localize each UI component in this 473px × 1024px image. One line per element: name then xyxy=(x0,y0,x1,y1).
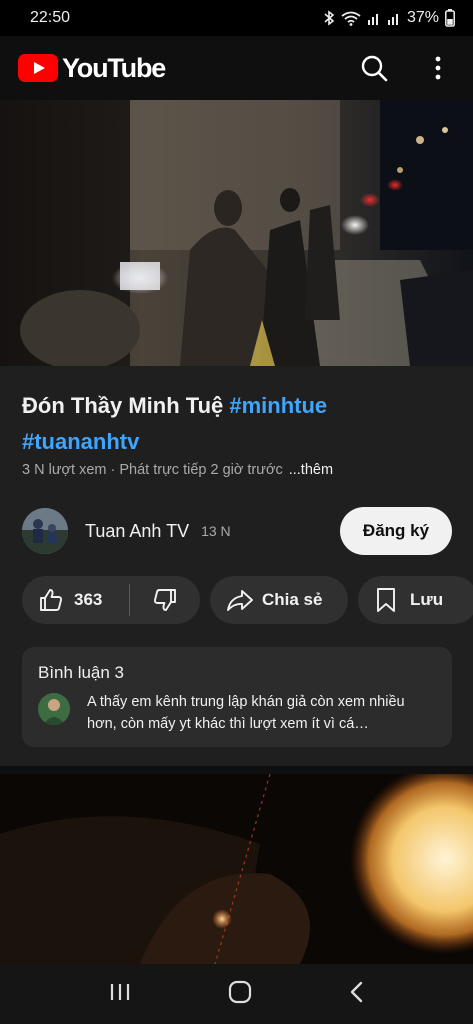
home-icon xyxy=(228,980,251,1003)
youtube-play-icon xyxy=(18,54,58,82)
next-video-thumbnail[interactable] xyxy=(0,774,473,964)
signal-icon xyxy=(367,14,378,25)
thumbs-up-icon xyxy=(40,589,63,611)
battery-percent: 37% xyxy=(406,9,439,26)
subscriber-count: 13 N xyxy=(201,523,231,539)
share-label: Chia sẻ xyxy=(262,590,323,609)
comments-title: Bình luận 3 xyxy=(38,663,125,682)
video-meta[interactable]: 3 N lượt xem · Phát trực tiếp 2 giờ trướ… xyxy=(22,462,333,478)
channel-avatar[interactable] xyxy=(22,508,68,554)
youtube-logo[interactable]: YouTube xyxy=(18,52,166,84)
status-bar: 22:50 37% xyxy=(0,0,473,36)
status-icons: 37% xyxy=(323,9,455,27)
hashtag-link[interactable]: #minhtue xyxy=(229,393,327,418)
video-info: Đón Thầy Minh Tuệ #minhtue #tuananhtv 3 … xyxy=(0,366,473,766)
like-count: 363 xyxy=(74,590,103,609)
search-button[interactable] xyxy=(357,51,391,85)
back-button[interactable] xyxy=(348,980,366,1009)
like-button[interactable]: 363 xyxy=(22,587,129,613)
wifi-icon xyxy=(341,11,361,26)
like-dislike-pill: 363 xyxy=(22,576,200,624)
more-link[interactable]: ...thêm xyxy=(289,462,333,478)
action-row: 363 Chia sẻ Lưu xyxy=(22,576,473,624)
share-arrow-icon xyxy=(227,590,253,611)
search-icon xyxy=(361,55,388,82)
system-nav-bar xyxy=(0,964,473,1024)
video-title[interactable]: Đón Thầy Minh Tuệ #minhtue #tuananhtv xyxy=(22,388,452,460)
more-vert-icon xyxy=(435,56,441,80)
subscribe-button[interactable]: Đăng ký xyxy=(340,507,452,555)
avatar-image xyxy=(22,508,68,554)
status-time: 22:50 xyxy=(30,9,71,26)
avatar-image xyxy=(38,693,70,725)
logo-text: YouTube xyxy=(62,52,166,83)
save-label: Lưu xyxy=(410,590,444,609)
app-bar: YouTube xyxy=(0,36,473,100)
recents-button[interactable] xyxy=(108,981,132,1008)
signal-icon xyxy=(387,14,398,25)
back-icon xyxy=(350,981,362,1002)
channel-name[interactable]: Tuan Anh TV xyxy=(85,521,189,542)
battery-icon xyxy=(445,9,455,27)
save-button[interactable]: Lưu xyxy=(358,576,473,624)
view-count-time: 3 N lượt xem · Phát trực tiếp 2 giờ trướ… xyxy=(22,462,283,478)
thumbnail-image xyxy=(0,774,473,964)
commenter-avatar xyxy=(38,693,70,725)
title-text: Đón Thầy Minh Tuệ xyxy=(22,393,230,418)
comments-section[interactable]: Bình luận 3 A thấy em kênh trung lập khá… xyxy=(22,647,452,747)
video-player[interactable] xyxy=(0,100,473,366)
bookmark-icon xyxy=(377,588,395,612)
home-button[interactable] xyxy=(227,979,253,1010)
more-options-button[interactable] xyxy=(421,51,455,85)
video-frame xyxy=(0,100,473,366)
channel-row[interactable]: Tuan Anh TV 13 N Đăng ký xyxy=(22,506,452,556)
recents-icon xyxy=(110,983,129,1000)
dislike-button[interactable] xyxy=(130,587,200,613)
bluetooth-icon xyxy=(324,10,335,26)
comment-preview: A thấy em kênh trung lập khán giả còn xe… xyxy=(87,694,405,732)
hashtag-link[interactable]: #tuananhtv xyxy=(22,429,139,454)
share-button[interactable]: Chia sẻ xyxy=(210,576,348,624)
thumbs-down-icon xyxy=(153,589,176,611)
